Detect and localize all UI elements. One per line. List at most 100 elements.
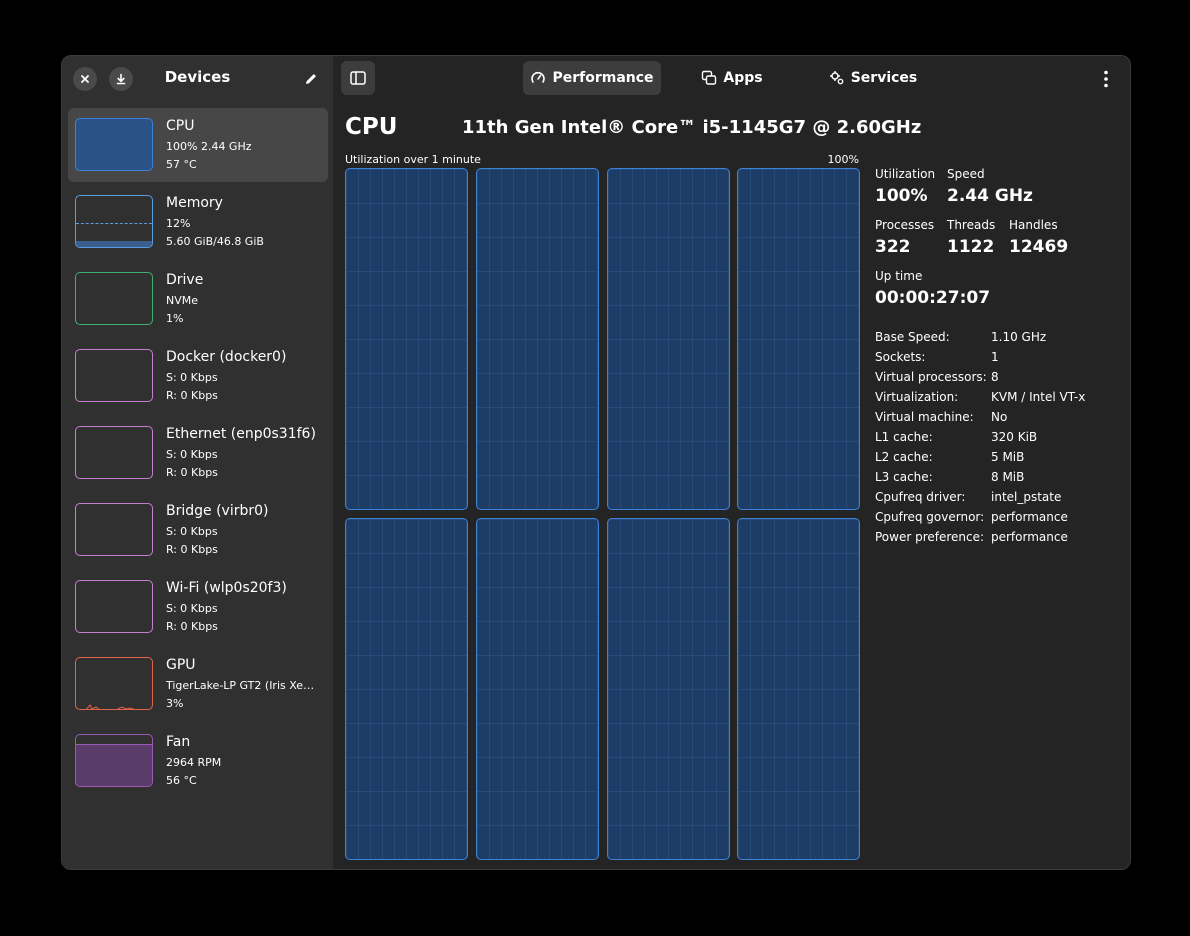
memory-thumbnail-graph [75,195,153,248]
device-detail: TigerLake-LP GT2 (Iris Xe Graphics) [166,679,316,692]
processes-value: 322 [875,237,911,257]
utilization-value: 100% [875,186,928,206]
sidebar-title: Devices [164,68,231,86]
spec-value: intel_pstate [991,490,1062,504]
sidebar-header: Devices [62,56,333,102]
device-detail: 3% [166,697,184,710]
threads-value: 1122 [947,237,995,257]
devices-sidebar: Devices CPU 100% 2.44 GHz 57 °C Memory 1… [62,56,333,869]
network-thumbnail-graph [75,580,153,633]
spec-key: L2 cache: [875,450,933,464]
page-title: CPU [345,114,398,140]
device-detail: R: 0 Kbps [166,466,218,479]
device-detail: S: 0 Kbps [166,371,218,384]
spec-value: 1 [991,350,999,364]
core-graph [607,518,730,860]
spec-key: Power preference: [875,530,985,544]
tab-apps[interactable]: Apps [693,61,771,95]
tab-label: Apps [723,70,763,86]
device-item-fan[interactable]: Fan 2964 RPM 56 °C [68,724,328,798]
device-detail: 5.60 GiB/46.8 GiB [166,235,264,248]
tab-label: Services [850,70,918,86]
network-thumbnail-graph [75,426,153,479]
device-detail: R: 0 Kbps [166,543,218,556]
cpu-thumbnail-graph [75,118,153,171]
core-graph [345,168,468,510]
device-detail: 56 °C [166,774,197,787]
spec-key: Virtual machine: [875,410,974,424]
spec-value: 8 [991,370,999,384]
sidebar-toggle-button[interactable] [341,61,375,95]
cpu-model-name: 11th Gen Intel® Core™ i5-1145G7 @ 2.60GH… [462,117,922,138]
graph-caption: Utilization over 1 minute [345,153,481,166]
device-item-drive[interactable]: Drive NVMe 1% [68,262,328,336]
kebab-menu-icon [1104,70,1108,88]
tab-performance[interactable]: Performance [523,61,661,95]
core-graph [607,168,730,510]
device-item-gpu[interactable]: GPU TigerLake-LP GT2 (Iris Xe Graphics) … [68,647,328,721]
spec-value: 8 MiB [991,470,1025,484]
device-name: Memory [166,195,223,211]
spec-key: Virtual processors: [875,370,987,384]
fan-thumbnail-graph [75,734,153,787]
spec-value: No [991,410,1008,424]
device-detail: S: 0 Kbps [166,602,218,615]
device-item-memory[interactable]: Memory 12% 5.60 GiB/46.8 GiB [68,185,328,259]
graph-max-label: 100% [827,153,859,166]
device-detail: S: 0 Kbps [166,448,218,461]
network-thumbnail-graph [75,503,153,556]
uptime-label: Up time [875,269,923,283]
tab-label: Performance [552,70,654,86]
core-graph [476,518,599,860]
core-graph [476,168,599,510]
spec-value: performance [991,530,1068,544]
main-menu-button[interactable] [1096,68,1116,90]
device-item-docker[interactable]: Docker (docker0) S: 0 Kbps R: 0 Kbps [68,339,328,413]
gauge-icon [531,71,546,83]
utilization-label: Utilization [875,167,936,181]
sidebar-icon [350,71,366,85]
device-item-wifi[interactable]: Wi-Fi (wlp0s20f3) S: 0 Kbps R: 0 Kbps [68,570,328,644]
device-detail: 12% [166,217,191,230]
pencil-icon [306,74,316,84]
spec-key: Base Speed: [875,330,950,344]
device-name: Wi-Fi (wlp0s20f3) [166,580,287,596]
device-detail: NVMe [166,294,199,307]
windows-icon [702,70,717,85]
speed-value: 2.44 GHz [947,186,1033,206]
spec-key: Virtualization: [875,390,959,404]
device-detail: 1% [166,312,184,325]
device-detail: R: 0 Kbps [166,620,218,633]
device-name: GPU [166,657,196,673]
device-name: Docker (docker0) [166,349,287,365]
device-item-cpu[interactable]: CPU 100% 2.44 GHz 57 °C [68,108,328,182]
gears-icon [829,71,844,85]
spec-value: 320 KiB [991,430,1038,444]
device-detail: 100% 2.44 GHz [166,140,252,153]
spec-key: Cpufreq driver: [875,490,966,504]
device-detail: 2964 RPM [166,756,222,769]
spec-value: 1.10 GHz [991,330,1047,344]
spec-value: performance [991,510,1068,524]
device-item-bridge[interactable]: Bridge (virbr0) S: 0 Kbps R: 0 Kbps [68,493,328,567]
spec-key: Sockets: [875,350,926,364]
edit-button[interactable] [300,68,322,90]
drive-thumbnail-graph [75,272,153,325]
handles-value: 12469 [1009,237,1069,257]
speed-label: Speed [947,167,985,181]
core-graph [737,168,860,510]
handles-label: Handles [1009,218,1058,232]
device-detail: 57 °C [166,158,197,171]
network-thumbnail-graph [75,349,153,402]
device-name: Ethernet (enp0s31f6) [166,426,316,442]
spec-value: 5 MiB [991,450,1025,464]
threads-label: Threads [947,218,996,232]
device-name: CPU [166,118,195,134]
spec-key: L3 cache: [875,470,933,484]
tab-services[interactable]: Services [828,61,918,95]
uptime-value: 00:00:27:07 [875,288,991,308]
app-window: Devices CPU 100% 2.44 GHz 57 °C Memory 1… [61,55,1131,870]
device-detail: S: 0 Kbps [166,525,218,538]
device-item-ethernet[interactable]: Ethernet (enp0s31f6) S: 0 Kbps R: 0 Kbps [68,416,328,490]
processes-label: Processes [875,218,935,232]
